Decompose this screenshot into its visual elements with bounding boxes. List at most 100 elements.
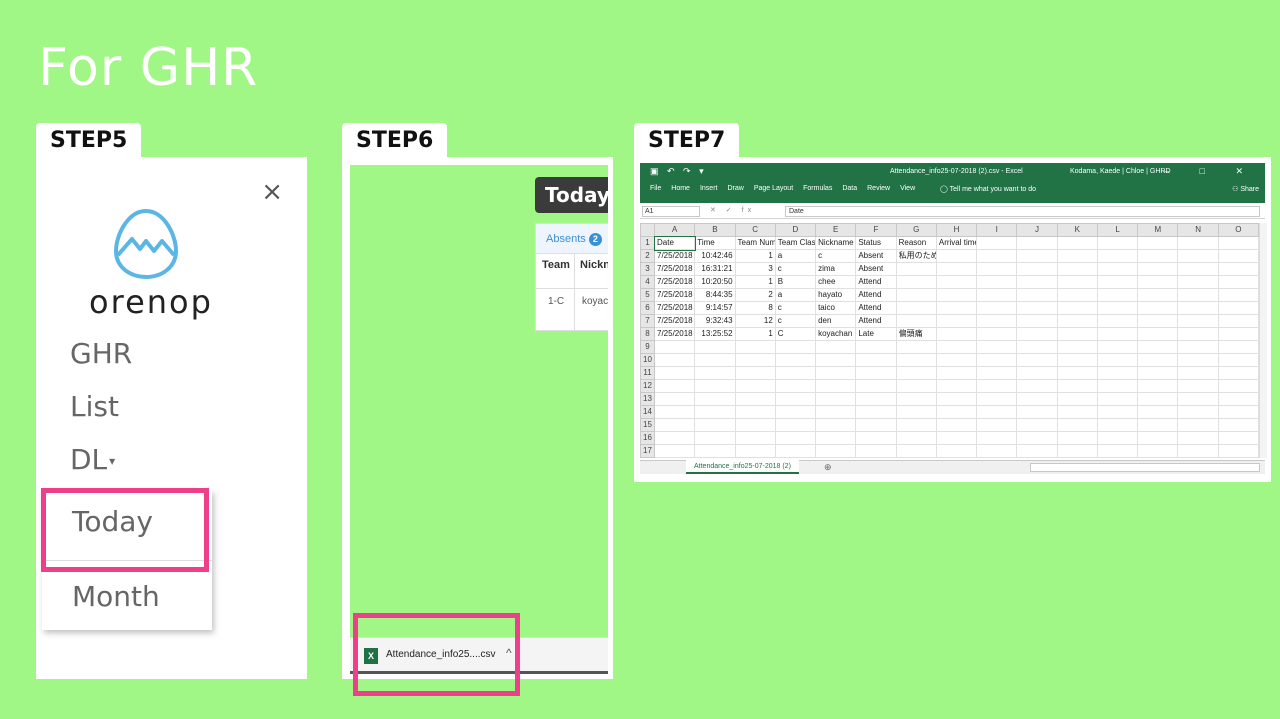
cell[interactable]	[1217, 262, 1260, 276]
cell[interactable]	[1177, 366, 1219, 380]
cell[interactable]	[1177, 418, 1219, 432]
vertical-scrollbar[interactable]	[1259, 223, 1267, 458]
cell[interactable]	[935, 418, 978, 432]
cell[interactable]	[1096, 262, 1139, 276]
ribbon-tab[interactable]: Page Layout	[754, 185, 793, 192]
cell[interactable]	[653, 379, 696, 393]
cell[interactable]: 2	[734, 288, 776, 302]
cell[interactable]	[935, 366, 978, 380]
cell[interactable]	[1137, 327, 1179, 341]
cell[interactable]	[1217, 340, 1260, 354]
cell[interactable]	[1137, 288, 1179, 302]
cell[interactable]	[1056, 327, 1098, 341]
cell[interactable]	[855, 392, 897, 406]
cell[interactable]	[694, 340, 736, 354]
cell[interactable]	[694, 353, 736, 367]
cell[interactable]	[895, 379, 937, 393]
cell[interactable]	[1016, 236, 1058, 250]
cell[interactable]	[1177, 379, 1219, 393]
row-header[interactable]: 16	[640, 431, 655, 445]
cell[interactable]: Time	[694, 236, 736, 250]
column-header[interactable]: E	[815, 223, 857, 237]
cell[interactable]	[1137, 405, 1179, 419]
cell[interactable]	[855, 340, 897, 354]
cell[interactable]: 1	[734, 249, 776, 263]
cell[interactable]	[1217, 379, 1260, 393]
cell[interactable]	[1177, 262, 1219, 276]
cell[interactable]	[1137, 444, 1179, 458]
cell[interactable]: Team Num	[734, 236, 776, 250]
column-header[interactable]: O	[1217, 223, 1260, 237]
row-header[interactable]: 6	[640, 301, 655, 315]
row-header[interactable]: 17	[640, 444, 655, 458]
cell[interactable]: 私用のため	[895, 249, 937, 263]
cell[interactable]	[1217, 288, 1260, 302]
cell[interactable]	[1096, 431, 1139, 445]
cell[interactable]	[1177, 444, 1219, 458]
cell[interactable]	[935, 301, 978, 315]
row-header[interactable]: 13	[640, 392, 655, 406]
cell[interactable]	[976, 418, 1018, 432]
cell[interactable]	[653, 340, 696, 354]
cell[interactable]	[815, 353, 857, 367]
cell[interactable]	[1217, 392, 1260, 406]
cell[interactable]	[1056, 262, 1098, 276]
cell[interactable]	[976, 327, 1018, 341]
column-header[interactable]: I	[976, 223, 1018, 237]
cell[interactable]	[1016, 405, 1058, 419]
user-name[interactable]: Kodama, Kaede | Chloe | GHRD	[1070, 168, 1171, 175]
add-sheet-icon[interactable]: ⊕	[824, 462, 832, 473]
sheet-tab[interactable]: Attendance_info25-07-2018 (2)	[686, 460, 799, 474]
cell[interactable]	[935, 288, 978, 302]
cell[interactable]	[976, 288, 1018, 302]
row-header[interactable]: 15	[640, 418, 655, 432]
column-header[interactable]: M	[1137, 223, 1179, 237]
cell[interactable]: B	[774, 275, 817, 289]
ribbon-tab[interactable]: Formulas	[803, 185, 832, 192]
cell[interactable]	[855, 418, 897, 432]
cell[interactable]: 7/25/2018	[653, 249, 696, 263]
cell[interactable]: hayato	[815, 288, 857, 302]
cell[interactable]	[1056, 288, 1098, 302]
cell[interactable]	[1177, 431, 1219, 445]
cell[interactable]: Late	[855, 327, 897, 341]
cell[interactable]: koyachan	[815, 327, 857, 341]
cell[interactable]: 1	[734, 327, 776, 341]
cell[interactable]	[976, 249, 1018, 263]
cell[interactable]	[1016, 340, 1058, 354]
cell[interactable]	[1096, 314, 1139, 328]
cell[interactable]	[976, 366, 1018, 380]
cell[interactable]	[895, 288, 937, 302]
cell[interactable]: a	[774, 288, 817, 302]
cell[interactable]	[1056, 275, 1098, 289]
cell[interactable]: 8:44:35	[694, 288, 736, 302]
cell[interactable]: 13:25:52	[694, 327, 736, 341]
cell[interactable]	[935, 262, 978, 276]
cell[interactable]: Arrival time	[935, 236, 978, 250]
nav-list[interactable]: List	[70, 390, 119, 423]
cell[interactable]	[734, 340, 776, 354]
cell[interactable]	[855, 353, 897, 367]
cell[interactable]	[1137, 340, 1179, 354]
cell[interactable]	[1137, 301, 1179, 315]
cell[interactable]	[976, 353, 1018, 367]
cell[interactable]	[855, 405, 897, 419]
row-header[interactable]: 11	[640, 366, 655, 380]
cell[interactable]	[935, 405, 978, 419]
row-header[interactable]: 2	[640, 249, 655, 263]
cell[interactable]	[1217, 418, 1260, 432]
cell[interactable]	[1217, 444, 1260, 458]
cell[interactable]	[1217, 249, 1260, 263]
cell[interactable]	[935, 249, 978, 263]
cell[interactable]	[855, 431, 897, 445]
cell[interactable]	[976, 301, 1018, 315]
column-header[interactable]: D	[774, 223, 817, 237]
cell[interactable]	[1217, 431, 1260, 445]
cell[interactable]	[815, 405, 857, 419]
cell[interactable]: c	[774, 301, 817, 315]
column-header[interactable]: B	[694, 223, 736, 237]
cell[interactable]	[1217, 301, 1260, 315]
cell[interactable]	[855, 366, 897, 380]
nav-ghr[interactable]: GHR	[70, 337, 132, 370]
cell[interactable]	[976, 392, 1018, 406]
